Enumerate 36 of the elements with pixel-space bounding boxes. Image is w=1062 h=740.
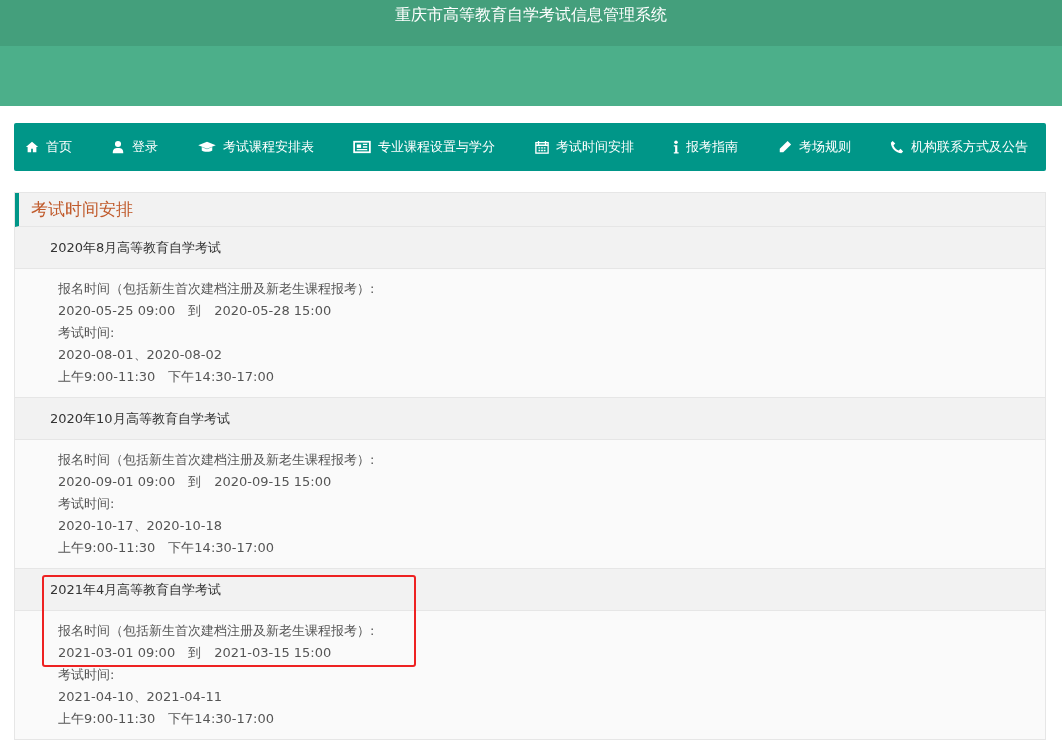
nav-link[interactable]: 登录 (111, 138, 159, 156)
nav-link[interactable]: 首页 (25, 138, 72, 156)
newspaper-icon (353, 140, 372, 154)
site-title: 重庆市高等教育自学考试信息管理系统 (395, 5, 667, 26)
nav-link[interactable]: 专业课程设置与学分 (353, 138, 496, 156)
detail-line: 上午9:00-11:30 下午14:30-17:00 (58, 368, 275, 386)
detail-line: 2021-04-10、2021-04-11 (58, 688, 224, 706)
nav-link[interactable]: 考场规则 (777, 138, 851, 156)
panel-heading: 考试时间安排 (15, 193, 1045, 227)
detail-line: 报名时间（包括新生首次建档注册及新老生课程报考）: (58, 280, 376, 298)
detail-line: 报名时间（包括新生首次建档注册及新老生课程报考）: (58, 451, 376, 469)
info-icon (673, 140, 680, 154)
phone-icon (889, 140, 904, 154)
exam-title: 2020年8月高等教育自学考试 (15, 227, 1045, 269)
detail-line: 考试时间: (58, 495, 116, 513)
detail-line: 2020-09-01 09:00 到 2020-09-15 15:00 (58, 473, 333, 491)
detail-line: 2021-03-01 09:00 到 2021-03-15 15:00 (58, 644, 333, 662)
exam-title: 2020年10月高等教育自学考试 (15, 398, 1045, 440)
graduation-cap-icon (197, 140, 216, 154)
pencil-icon (777, 140, 792, 154)
detail-line: 2020-05-25 09:00 到 2020-05-28 15:00 (58, 302, 333, 320)
detail-line: 2020-08-01、2020-08-02 (58, 346, 224, 364)
exam-title: 2021年4月高等教育自学考试 (15, 569, 1045, 611)
user-icon (111, 140, 126, 154)
detail-line: 上午9:00-11:30 下午14:30-17:00 (58, 539, 275, 557)
calendar-icon (534, 140, 549, 154)
detail-line: 上午9:00-11:30 下午14:30-17:00 (58, 710, 275, 728)
nav-link[interactable]: 考试课程安排表 (197, 138, 314, 156)
detail-line: 考试时间: (58, 324, 116, 342)
detail-line: 报名时间（包括新生首次建档注册及新老生课程报考）: (58, 622, 376, 640)
detail-line: 2020-10-17、2020-10-18 (58, 517, 224, 535)
nav-link[interactable]: 机构联系方式及公告 (889, 138, 1028, 156)
nav-link[interactable]: 考试时间安排 (534, 138, 634, 156)
detail-line: 考试时间: (58, 666, 116, 684)
nav-link[interactable]: 报考指南 (673, 138, 739, 156)
home-icon (25, 140, 39, 154)
